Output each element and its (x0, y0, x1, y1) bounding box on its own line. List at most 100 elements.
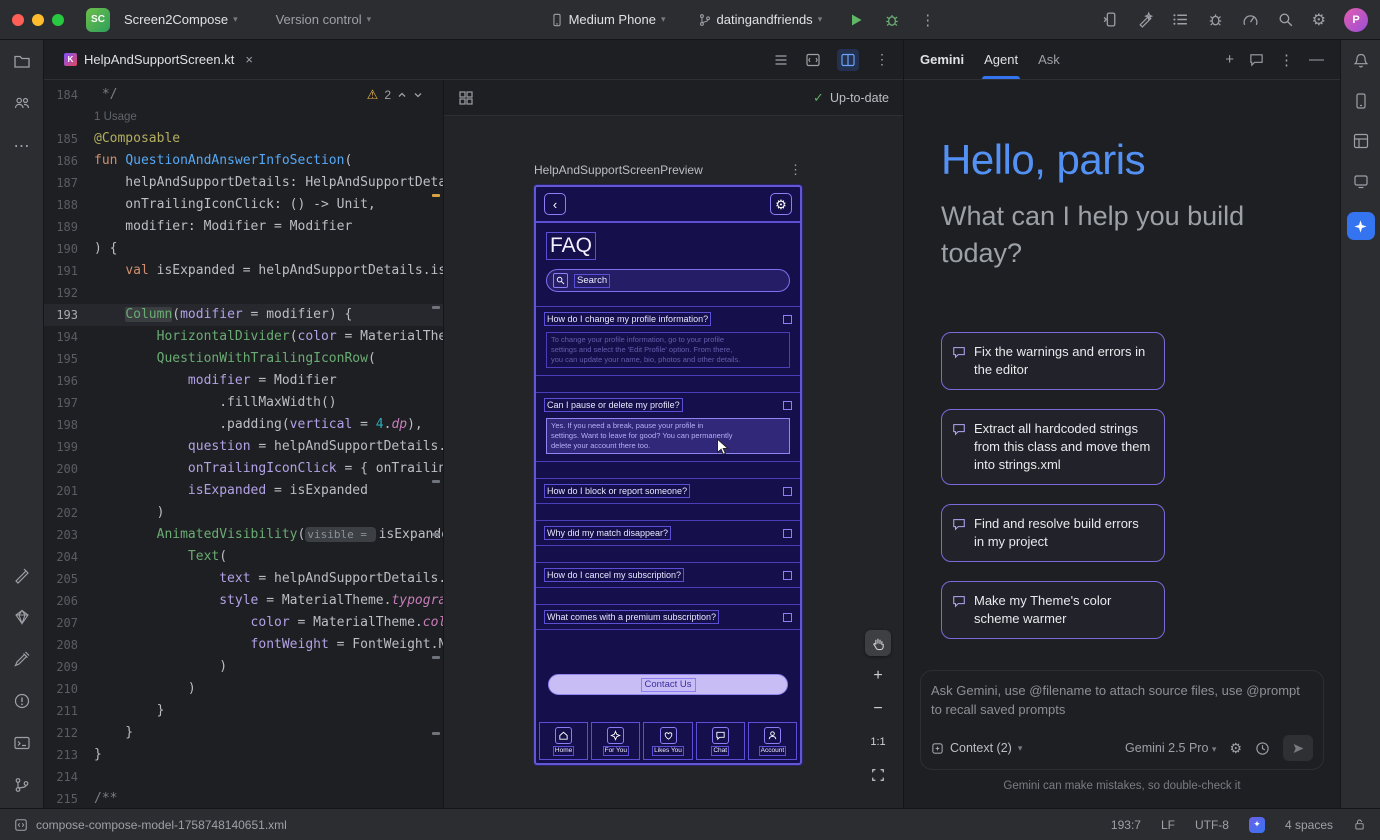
tab-options-kebab-icon[interactable]: ⋮ (875, 51, 889, 68)
faq-item[interactable]: Why did my match disappear? (536, 520, 800, 546)
code-line[interactable]: 209 ) (44, 656, 443, 678)
code-line[interactable]: 213} (44, 744, 443, 766)
code-line[interactable]: 185@Composable (44, 128, 443, 150)
editor-tab[interactable]: K HelpAndSupportScreen.kt × (60, 40, 257, 79)
code-line[interactable]: 214 (44, 766, 443, 788)
more-tool-windows-icon[interactable]: ⋯ (14, 136, 30, 156)
hide-panel-icon[interactable]: — (1309, 51, 1324, 68)
preview-options-kebab-icon[interactable]: ⋮ (789, 162, 802, 178)
problems-icon[interactable] (13, 692, 31, 710)
prev-warning-icon[interactable] (397, 90, 407, 100)
build-icon[interactable] (13, 650, 31, 668)
close-window-icon[interactable] (12, 14, 24, 26)
nav-item-account[interactable]: Account (748, 722, 797, 760)
suggestion-card[interactable]: Make my Theme's color scheme warmer (941, 581, 1165, 639)
bug-report-icon[interactable] (1207, 11, 1224, 28)
gemini-input[interactable]: Ask Gemini, use @filename to attach sour… (931, 681, 1313, 719)
code-editor[interactable]: 184 */1 Usage185@Composable186fun Questi… (44, 80, 443, 808)
expand-icon[interactable] (783, 315, 792, 324)
nav-item-for-you[interactable]: For You (591, 722, 640, 760)
code-line[interactable]: 187 helpAndSupportDetails: HelpAndSuppor… (44, 172, 443, 194)
faq-item[interactable]: How do I change my profile information?T… (536, 306, 800, 376)
assistant-icon[interactable] (1137, 11, 1154, 28)
ui-check-icon[interactable] (458, 90, 474, 106)
more-actions-button[interactable]: ⋮ (920, 11, 935, 29)
project-folder-icon[interactable] (13, 52, 31, 70)
search-icon[interactable] (1277, 11, 1294, 28)
gemini-spark-button[interactable] (1347, 212, 1375, 240)
gemini-settings-icon[interactable]: ⚙ (1229, 740, 1242, 757)
suggestion-card[interactable]: Extract all hardcoded strings from this … (941, 409, 1165, 485)
code-line[interactable]: 192 (44, 282, 443, 304)
minimize-window-icon[interactable] (32, 14, 44, 26)
inspections-widget[interactable]: ⚠ 2 (363, 86, 427, 104)
expand-icon[interactable] (783, 613, 792, 622)
zoom-out-button[interactable]: − (865, 696, 891, 722)
code-line[interactable]: 191 val isExpanded = helpAndSupportDetai… (44, 260, 443, 282)
code-line[interactable]: 204 Text( (44, 546, 443, 568)
code-line[interactable]: 1 Usage (44, 106, 443, 128)
faq-item[interactable]: How do I cancel my subscription? (536, 562, 800, 588)
faq-item[interactable]: How do I block or report someone? (536, 478, 800, 504)
code-line[interactable]: 200 onTrailingIconClick = { onTrailingIc… (44, 458, 443, 480)
zoom-window-icon[interactable] (52, 14, 64, 26)
phone-search-bar[interactable]: Search (546, 269, 790, 292)
window-controls[interactable] (12, 14, 64, 26)
code-line[interactable]: 207 color = MaterialTheme.colorScheme.on… (44, 612, 443, 634)
assistant-status-icon[interactable]: ✦ (1249, 817, 1265, 833)
code-line[interactable]: 198 .padding(vertical = 4.dp), (44, 414, 443, 436)
stripe-mark[interactable] (432, 306, 440, 309)
run-config-selector[interactable]: datingandfriends ▾ (692, 8, 829, 31)
faq-item[interactable]: What comes with a premium subscription? (536, 604, 800, 630)
settings-icon[interactable]: ⚙ (1312, 10, 1326, 30)
chat-history-icon[interactable] (1249, 52, 1264, 67)
prompt-history-icon[interactable] (1255, 741, 1270, 756)
close-tab-icon[interactable]: × (245, 52, 253, 67)
device-selector[interactable]: Medium Phone ▾ (544, 8, 672, 31)
file-encoding[interactable]: UTF-8 (1195, 818, 1229, 832)
code-line[interactable]: 195 QuestionWithTrailingIconRow( (44, 348, 443, 370)
vcs-selector[interactable]: Version control ▾ (270, 8, 378, 31)
code-line[interactable]: 215/** (44, 788, 443, 808)
project-selector[interactable]: Screen2Compose ▾ (118, 8, 244, 31)
code-line[interactable]: 193 Column(modifier = modifier) { (44, 304, 443, 326)
code-line[interactable]: 203 AnimatedVisibility(visible = isExpan… (44, 524, 443, 546)
stripe-mark[interactable] (432, 533, 440, 536)
new-chat-icon[interactable]: + (1225, 51, 1234, 68)
nav-item-chat[interactable]: Chat (696, 722, 745, 760)
code-line[interactable]: 201 isExpanded = isExpanded (44, 480, 443, 502)
nav-item-likes-you[interactable]: Likes You (643, 722, 692, 760)
code-line[interactable]: 199 question = helpAndSupportDetails.que… (44, 436, 443, 458)
indent-setting[interactable]: 4 spaces (1285, 818, 1333, 832)
code-line[interactable]: 211 } (44, 700, 443, 722)
caret-position[interactable]: 193:7 (1111, 818, 1141, 832)
expand-icon[interactable] (783, 529, 792, 538)
version-control-icon[interactable] (13, 776, 31, 794)
code-line[interactable]: 212 } (44, 722, 443, 744)
error-stripe[interactable] (432, 80, 441, 808)
code-line[interactable]: 190) { (44, 238, 443, 260)
zoom-to-fit-button[interactable] (865, 762, 891, 788)
run-button[interactable] (848, 12, 864, 28)
preview-name[interactable]: HelpAndSupportScreenPreview (534, 163, 703, 177)
readonly-lock-icon[interactable] (1353, 818, 1366, 831)
code-line[interactable]: 189 modifier: Modifier = Modifier (44, 216, 443, 238)
contact-us-button[interactable]: Contact Us (548, 674, 788, 695)
device-mirroring-icon[interactable] (1102, 11, 1119, 28)
faq-item[interactable]: Can I pause or delete my profile?Yes. If… (536, 392, 800, 462)
phone-preview[interactable]: ‹ ⚙ FAQ Search How do I change my (534, 185, 802, 765)
preview-canvas[interactable]: HelpAndSupportScreenPreview ⋮ ‹ ⚙ FAQ (444, 116, 903, 808)
code-line[interactable]: 186fun QuestionAndAnswerInfoSection( (44, 150, 443, 172)
pan-tool-button[interactable] (865, 630, 891, 656)
device-explorer-icon[interactable] (1352, 92, 1370, 110)
tab-ask[interactable]: Ask (1038, 40, 1060, 79)
debug-button[interactable] (884, 12, 900, 28)
structure-icon[interactable] (773, 52, 789, 68)
code-line[interactable]: 210 ) (44, 678, 443, 700)
zoom-in-button[interactable]: + (865, 663, 891, 689)
profiler-icon[interactable] (1242, 11, 1259, 28)
expand-icon[interactable] (783, 401, 792, 410)
code-line[interactable]: 202 ) (44, 502, 443, 524)
design-tools-icon[interactable] (13, 566, 31, 584)
code-line[interactable]: 206 style = MaterialTheme.typography.bod… (44, 590, 443, 612)
